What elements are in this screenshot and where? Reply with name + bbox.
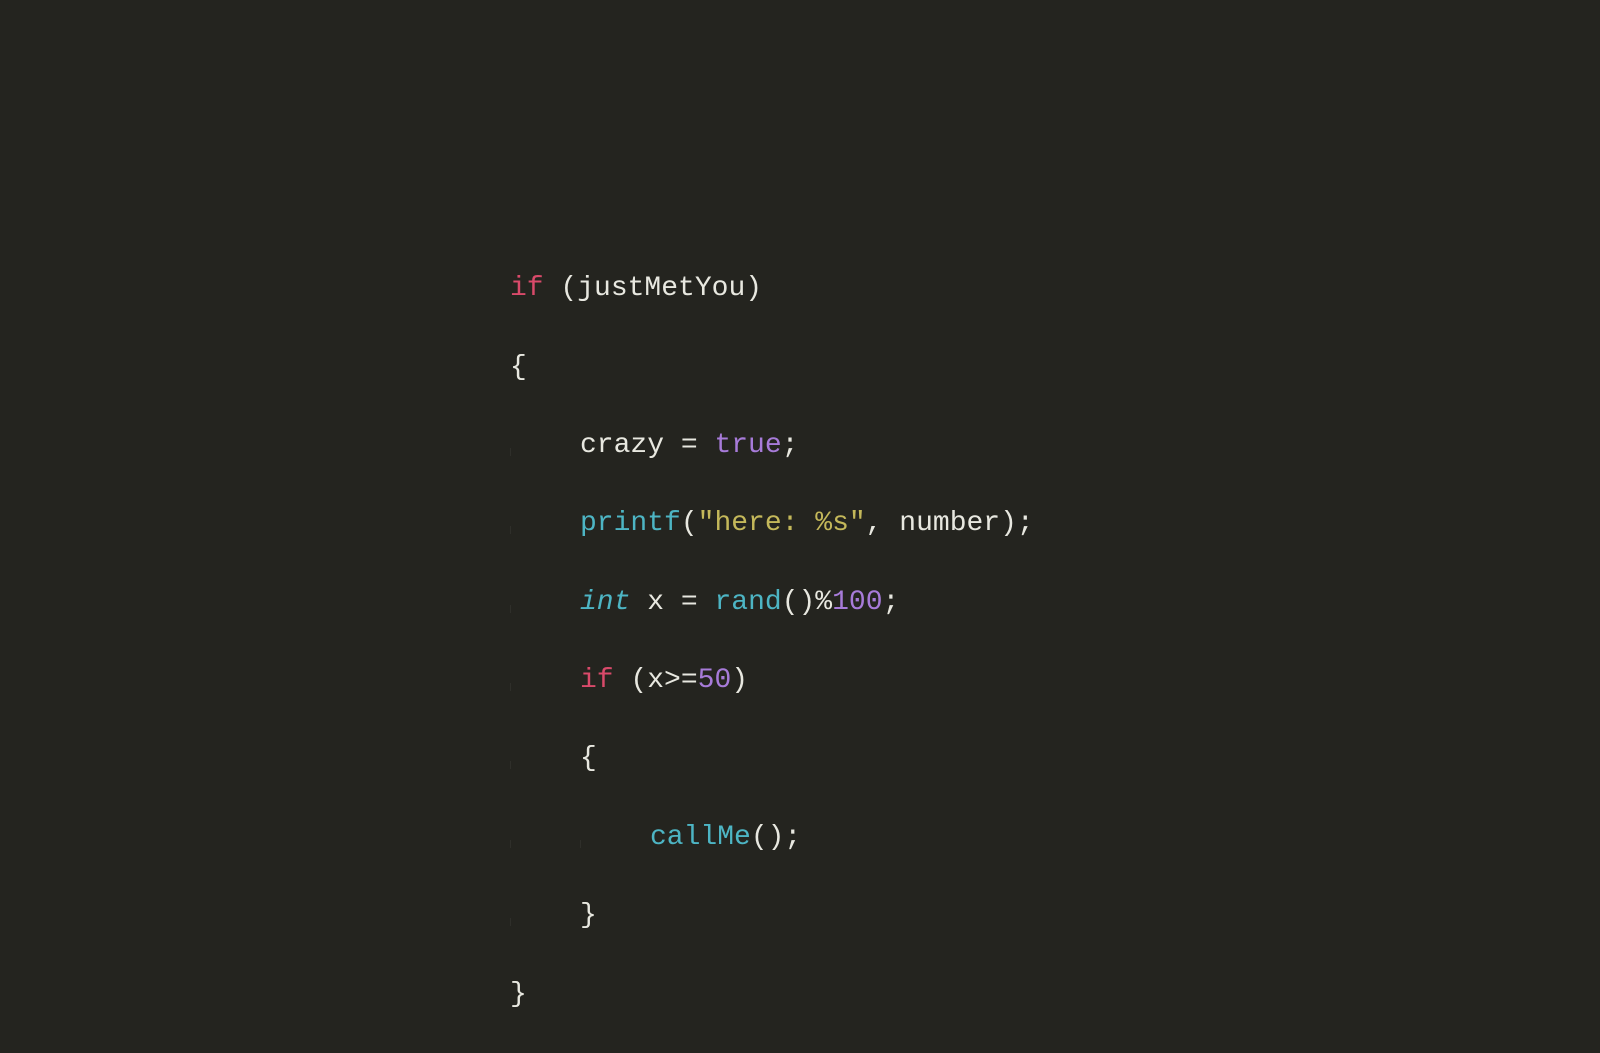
string-literal: "here: %s": [698, 508, 866, 539]
paren-close: ): [745, 273, 762, 304]
identifier: x: [647, 587, 664, 618]
operator: ()%: [782, 587, 832, 618]
paren-open: (: [544, 273, 578, 304]
code-snippet: if (justMetYou) { crazy = true; printf("…: [510, 230, 1034, 1053]
code-line-10: }: [510, 975, 1034, 1014]
space: [630, 587, 647, 618]
operator: =: [664, 430, 714, 461]
code-line-3: crazy = true;: [510, 426, 1034, 465]
paren-open: (: [681, 508, 698, 539]
paren-close: ): [731, 665, 748, 696]
code-line-5: int x = rand()%100;: [510, 583, 1034, 622]
code-line-8: callMe();: [510, 818, 1034, 857]
number-literal: 50: [698, 665, 732, 696]
code-line-4: printf("here: %s", number);: [510, 504, 1034, 543]
paren-open: (: [614, 665, 648, 696]
identifier: number: [899, 508, 1000, 539]
function-call: printf: [580, 508, 681, 539]
operator: >=: [664, 665, 698, 696]
identifier: crazy: [580, 430, 664, 461]
code-line-9: }: [510, 896, 1034, 935]
semicolon: ;: [883, 587, 900, 618]
code-line-2: {: [510, 348, 1034, 387]
paren-close: );: [1000, 508, 1034, 539]
function-call: rand: [714, 587, 781, 618]
literal-true: true: [714, 430, 781, 461]
paren-close: ();: [751, 822, 801, 853]
code-line-7: {: [510, 739, 1034, 778]
keyword-if: if: [510, 273, 544, 304]
brace-open: {: [510, 352, 527, 383]
brace-close: }: [580, 900, 597, 931]
operator: =: [664, 587, 714, 618]
keyword-if: if: [580, 665, 614, 696]
function-call: callMe: [650, 822, 751, 853]
brace-close: }: [510, 979, 527, 1010]
semicolon: ;: [782, 430, 799, 461]
number-literal: 100: [832, 587, 882, 618]
comma: ,: [866, 508, 900, 539]
code-line-6: if (x>=50): [510, 661, 1034, 700]
identifier: justMetYou: [577, 273, 745, 304]
brace-open: {: [580, 743, 597, 774]
identifier: x: [647, 665, 664, 696]
code-line-1: if (justMetYou): [510, 269, 1034, 308]
type-keyword: int: [580, 587, 630, 618]
